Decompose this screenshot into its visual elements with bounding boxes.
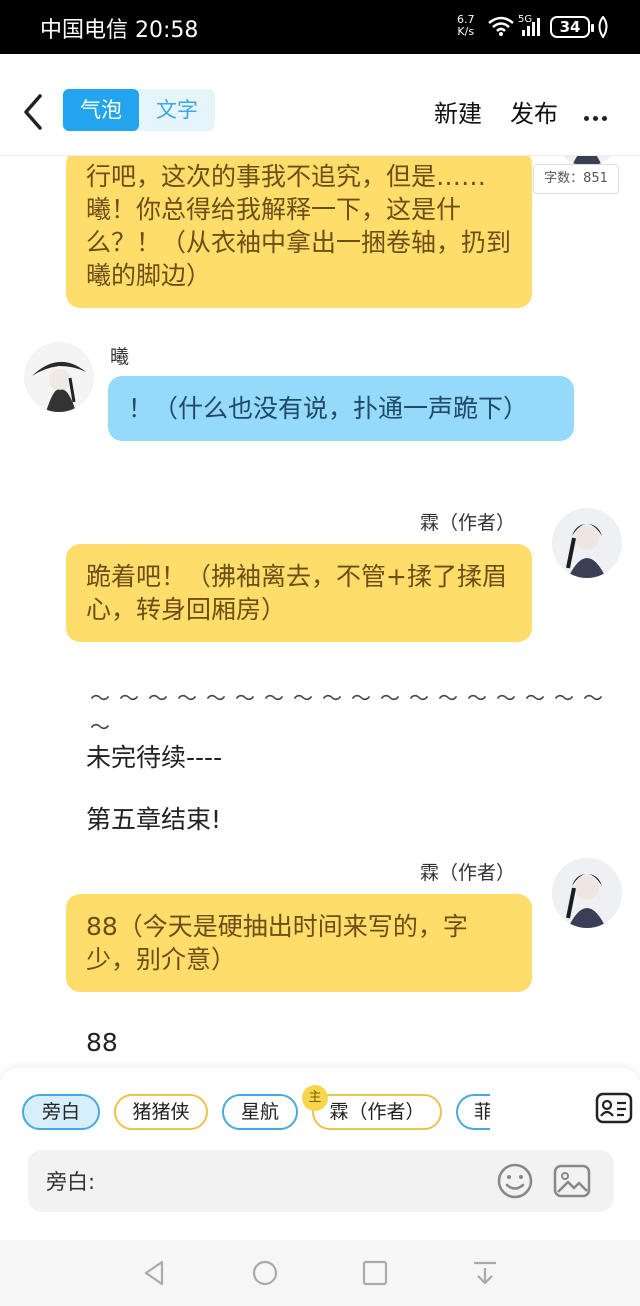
xi-avatar[interactable] <box>24 342 94 412</box>
battery-indicator: 34 <box>550 16 594 38</box>
wifi-icon <box>488 16 514 36</box>
card-icon[interactable] <box>594 1088 634 1128</box>
net-speed-unit: K/s <box>457 25 475 38</box>
role-chip-fei[interactable]: 菲 <box>456 1094 490 1130</box>
carrier-time: 中国电信 20:58 <box>40 18 199 43</box>
system-nav-bar <box>0 1240 640 1306</box>
word-count: 字数：851 <box>533 164 619 194</box>
nav-home-icon[interactable] <box>250 1258 280 1288</box>
tab-text[interactable]: 文字 <box>139 89 215 131</box>
net-speed: 6.7 K/s <box>457 14 475 38</box>
chat-area[interactable]: 行吧，这次的事我不追究，但是……曦！你总得给我解释一下，这是什么？！（从衣袖中拿… <box>0 156 640 1070</box>
nav-recent-icon[interactable] <box>360 1258 390 1288</box>
signal-icon: 5G <box>518 14 544 42</box>
sender-name: 曦 <box>110 346 130 368</box>
back-icon[interactable] <box>18 92 48 132</box>
sender-name: 霖（作者） <box>420 862 516 884</box>
top-bar: 气泡 文字 新建 发布 <box>0 54 640 156</box>
mode-switch: 气泡 文字 <box>62 89 215 131</box>
role-chip-xinghang[interactable]: 星航 <box>222 1094 298 1130</box>
smile-icon[interactable] <box>496 1162 534 1200</box>
divider-line: ～～～～～～～～～～～～～～～～～～～ <box>90 686 612 739</box>
leaf-icon <box>598 16 608 38</box>
tab-bubble[interactable]: 气泡 <box>63 89 139 131</box>
message-bubble[interactable]: ！（什么也没有说，扑通一声跪下） <box>108 376 574 441</box>
new-button[interactable]: 新建 <box>434 94 482 129</box>
message-bubble[interactable]: 行吧，这次的事我不追究，但是……曦！你总得给我解释一下，这是什么？！（从衣袖中拿… <box>66 156 532 308</box>
role-chip-author[interactable]: 霖（作者） <box>312 1094 442 1130</box>
message-bubble[interactable]: 跪着吧！（拂袖离去，不管+揉了揉眉心，转身回厢房） <box>66 544 532 642</box>
message-bubble[interactable]: 88（今天是硬抽出时间来写的，字少，别介意） <box>66 894 532 992</box>
network-type: 5G <box>518 14 533 25</box>
role-chip-fei-label: 菲 <box>474 1101 490 1123</box>
main-role-badge: 主 <box>302 1085 328 1111</box>
role-chip-narration[interactable]: 旁白 <box>22 1094 100 1130</box>
author-avatar[interactable] <box>552 858 622 928</box>
publish-button[interactable]: 发布 <box>510 94 558 129</box>
message-input[interactable] <box>106 1162 486 1200</box>
narration-text[interactable]: 未完待续---- <box>86 738 222 774</box>
image-icon[interactable] <box>552 1162 592 1200</box>
sender-name: 霖（作者） <box>420 512 516 534</box>
narration-text[interactable]: 第五章结束! <box>86 800 221 836</box>
input-role-label: 旁白: <box>46 1170 96 1194</box>
role-chip-pig[interactable]: 猪猪侠 <box>114 1094 208 1130</box>
more-icon[interactable] <box>584 106 614 121</box>
compose-panel: 旁白 猪猪侠 星航 霖（作者） 主 菲 旁白: <box>0 1068 640 1240</box>
narration-text[interactable]: 88 <box>86 1028 118 1057</box>
author-avatar[interactable] <box>552 508 622 578</box>
nav-back-icon[interactable] <box>140 1258 170 1288</box>
nav-down-icon[interactable] <box>470 1258 500 1288</box>
status-bar: 中国电信 20:58 6.7 K/s 5G 34 <box>0 0 640 54</box>
message-input-box: 旁白: <box>28 1150 614 1212</box>
